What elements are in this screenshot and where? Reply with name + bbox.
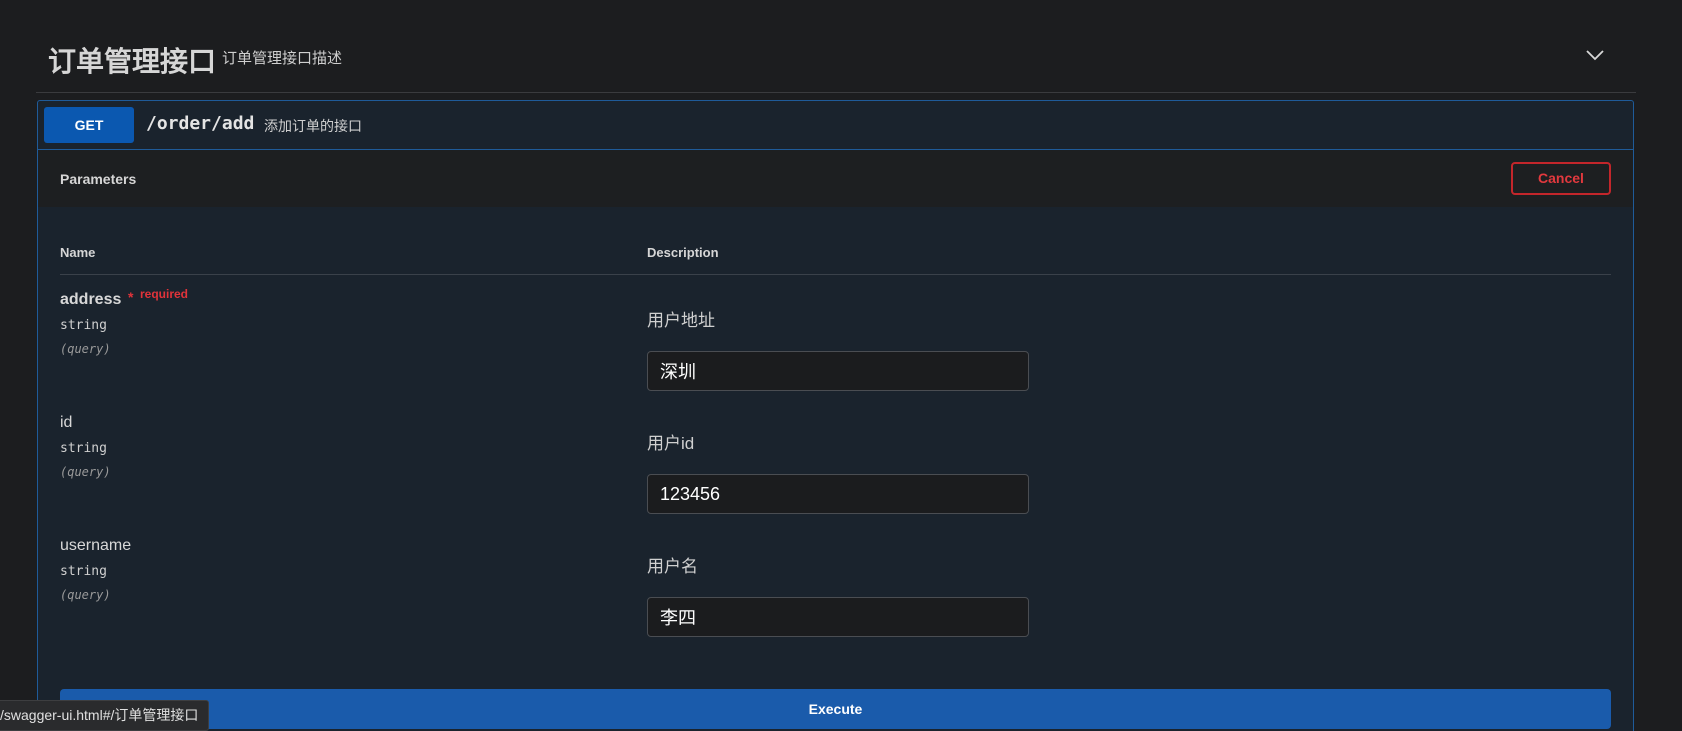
parameters-title: Parameters: [60, 171, 137, 187]
param-type: string: [60, 318, 107, 333]
param-description: 用户地址: [647, 311, 715, 330]
opblock-get: GET /order/add 添加订单的接口 Parameters Cancel…: [37, 100, 1634, 731]
username-input[interactable]: [647, 597, 1029, 637]
param-name: id: [60, 414, 73, 431]
method-badge[interactable]: GET: [44, 107, 134, 143]
operation-path[interactable]: /order/add: [146, 113, 254, 134]
param-description: 用户id: [647, 434, 695, 453]
param-type: string: [60, 564, 107, 579]
swagger-page: 订单管理接口 订单管理接口描述 GET /order/add 添加订单的接口 P…: [0, 0, 1682, 731]
cancel-button[interactable]: Cancel: [1511, 162, 1611, 195]
operation-summary: 添加订单的接口: [264, 118, 362, 134]
column-header-description: Description: [647, 245, 719, 260]
parameters-header: Parameters Cancel: [38, 150, 1633, 207]
opblock-summary[interactable]: GET /order/add 添加订单的接口: [38, 101, 1633, 150]
param-type: string: [60, 441, 107, 456]
param-description: 用户名: [647, 557, 698, 576]
param-location: (query): [60, 342, 111, 356]
param-location: (query): [60, 465, 111, 479]
id-input[interactable]: [647, 474, 1029, 514]
required-label: required: [140, 287, 189, 301]
address-input[interactable]: [647, 351, 1029, 391]
param-name: address: [60, 291, 122, 308]
param-name: username: [60, 537, 132, 554]
param-location: (query): [60, 588, 111, 602]
tag-header[interactable]: 订单管理接口 订单管理接口描述: [36, 26, 1636, 93]
required-asterisk: *: [128, 289, 134, 305]
tag-description: 订单管理接口描述: [222, 50, 343, 67]
tag-title: 订单管理接口: [48, 46, 217, 77]
execute-button[interactable]: Execute: [60, 689, 1611, 729]
chevron-down-icon[interactable]: [1584, 44, 1606, 66]
column-header-name: Name: [60, 245, 96, 260]
header-divider: [60, 274, 1611, 275]
status-bar-url: /swagger-ui.html#/订单管理接口: [0, 700, 210, 731]
